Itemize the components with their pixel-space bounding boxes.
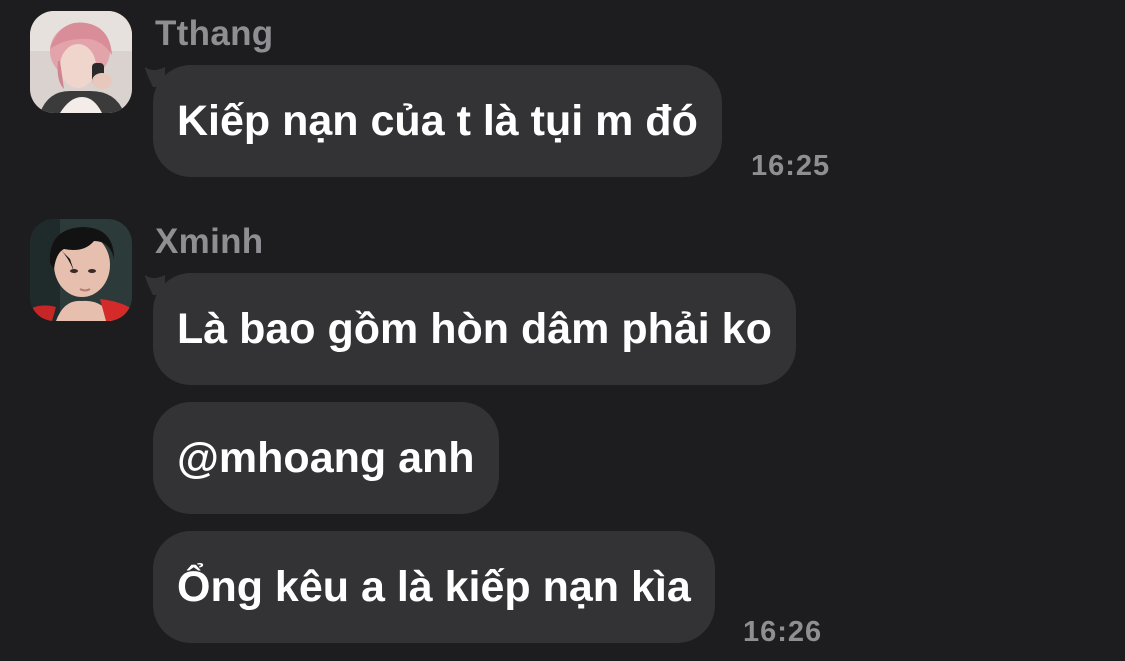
message-bubble[interactable]: Ổng kêu a là kiếp nạn kìa [153,531,715,643]
profile-photo-icon [30,219,132,321]
sender-name-xminh: Xminh [155,222,264,261]
profile-photo-icon [30,11,132,113]
message-bubble[interactable]: Là bao gồm hòn dâm phải ko [153,273,796,385]
avatar-xminh[interactable] [30,219,132,321]
message-bubble[interactable]: @mhoang anh [153,402,499,514]
message-bubble[interactable]: Kiếp nạn của t là tụi m đó [153,65,722,177]
message-timestamp: 16:25 [751,150,831,182]
avatar-tthang[interactable] [30,11,132,113]
chat-thread[interactable]: Tthang Kiếp nạn của t là tụi m đó 16:25 … [0,0,1125,661]
message-timestamp: 16:26 [743,616,823,648]
sender-name-tthang: Tthang [155,14,274,53]
